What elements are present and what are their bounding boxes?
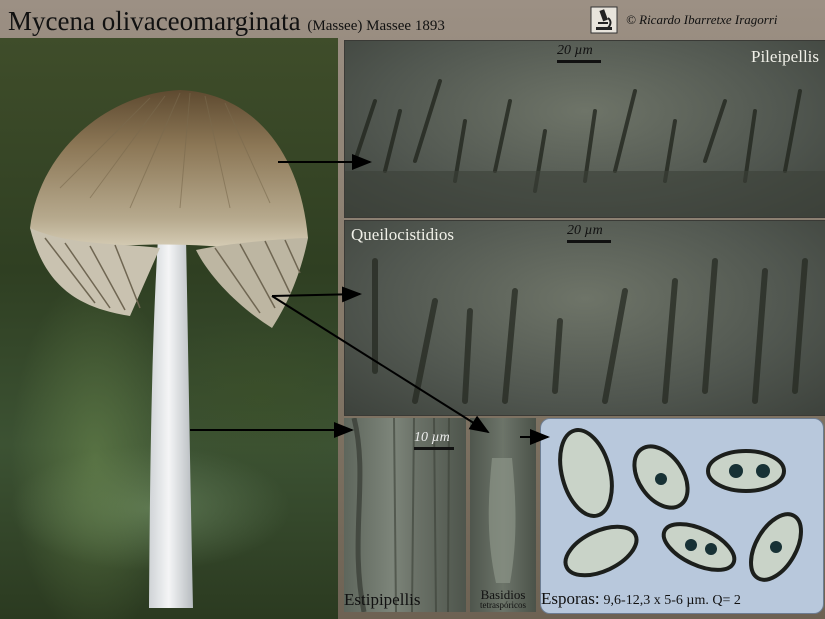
arrows-overlay (190, 154, 550, 445)
arrow-to-queilocistidios (271, 286, 362, 303)
arrow-to-basidios (271, 295, 490, 434)
